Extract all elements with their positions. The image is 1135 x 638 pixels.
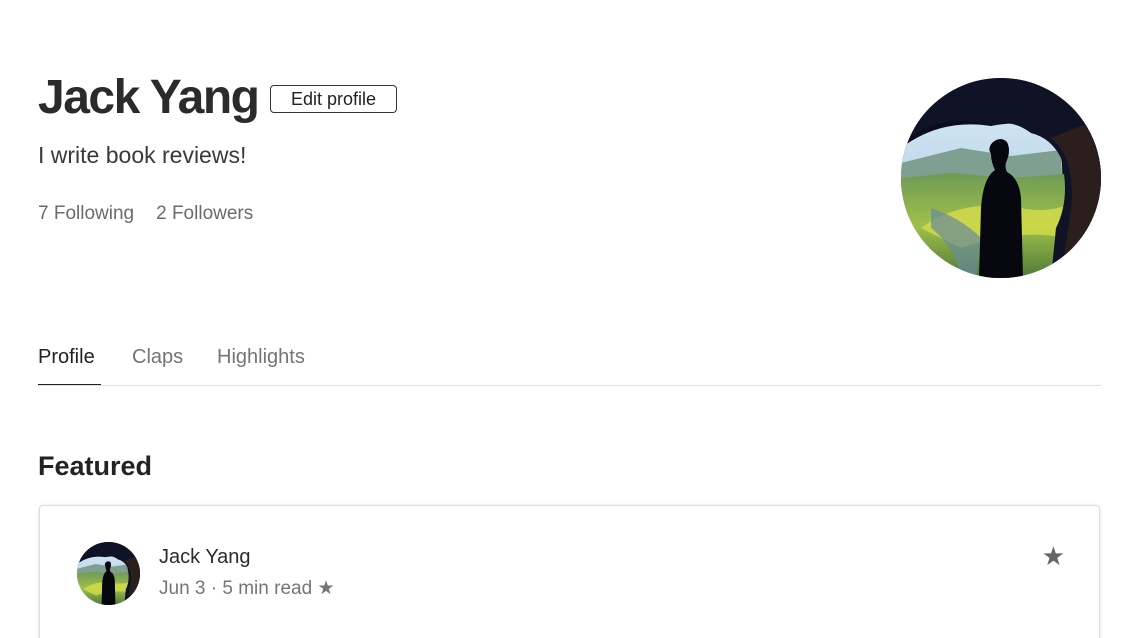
followers-link[interactable]: 2 Followers bbox=[156, 203, 253, 224]
profile-bio: I write book reviews! bbox=[38, 142, 247, 168]
following-link[interactable]: 7 Following bbox=[38, 203, 134, 224]
story-meta: Jun 3 · 5 min read ★ bbox=[159, 576, 334, 602]
active-tab-indicator bbox=[38, 384, 101, 385]
story-date: Jun 3 bbox=[159, 578, 206, 599]
follow-stats: 7 Following 2 Followers bbox=[38, 202, 253, 226]
meta-separator: · bbox=[210, 578, 218, 599]
bookmark-star-icon[interactable]: ★ bbox=[1042, 542, 1065, 570]
author-name[interactable]: Jack Yang bbox=[159, 544, 251, 570]
profile-page: Jack Yang Edit profile I write book revi… bbox=[0, 0, 1135, 638]
profile-name: Jack Yang bbox=[38, 71, 260, 124]
member-star-icon: ★ bbox=[317, 578, 335, 599]
profile-tabs: Profile Claps Highlights bbox=[38, 340, 1101, 386]
featured-story-card[interactable]: Jack Yang Jun 3 · 5 min read ★ ★ bbox=[39, 505, 1100, 638]
edit-profile-button[interactable]: Edit profile bbox=[270, 85, 397, 113]
tab-claps[interactable]: Claps bbox=[132, 342, 183, 372]
tab-profile[interactable]: Profile bbox=[38, 342, 95, 372]
profile-avatar[interactable] bbox=[901, 78, 1101, 278]
author-avatar[interactable] bbox=[77, 542, 140, 605]
tab-highlights[interactable]: Highlights bbox=[217, 342, 305, 372]
featured-heading: Featured bbox=[38, 451, 153, 481]
avatar-photo-small bbox=[77, 542, 140, 605]
read-time: 5 min read bbox=[222, 578, 313, 599]
avatar-photo bbox=[901, 78, 1101, 278]
